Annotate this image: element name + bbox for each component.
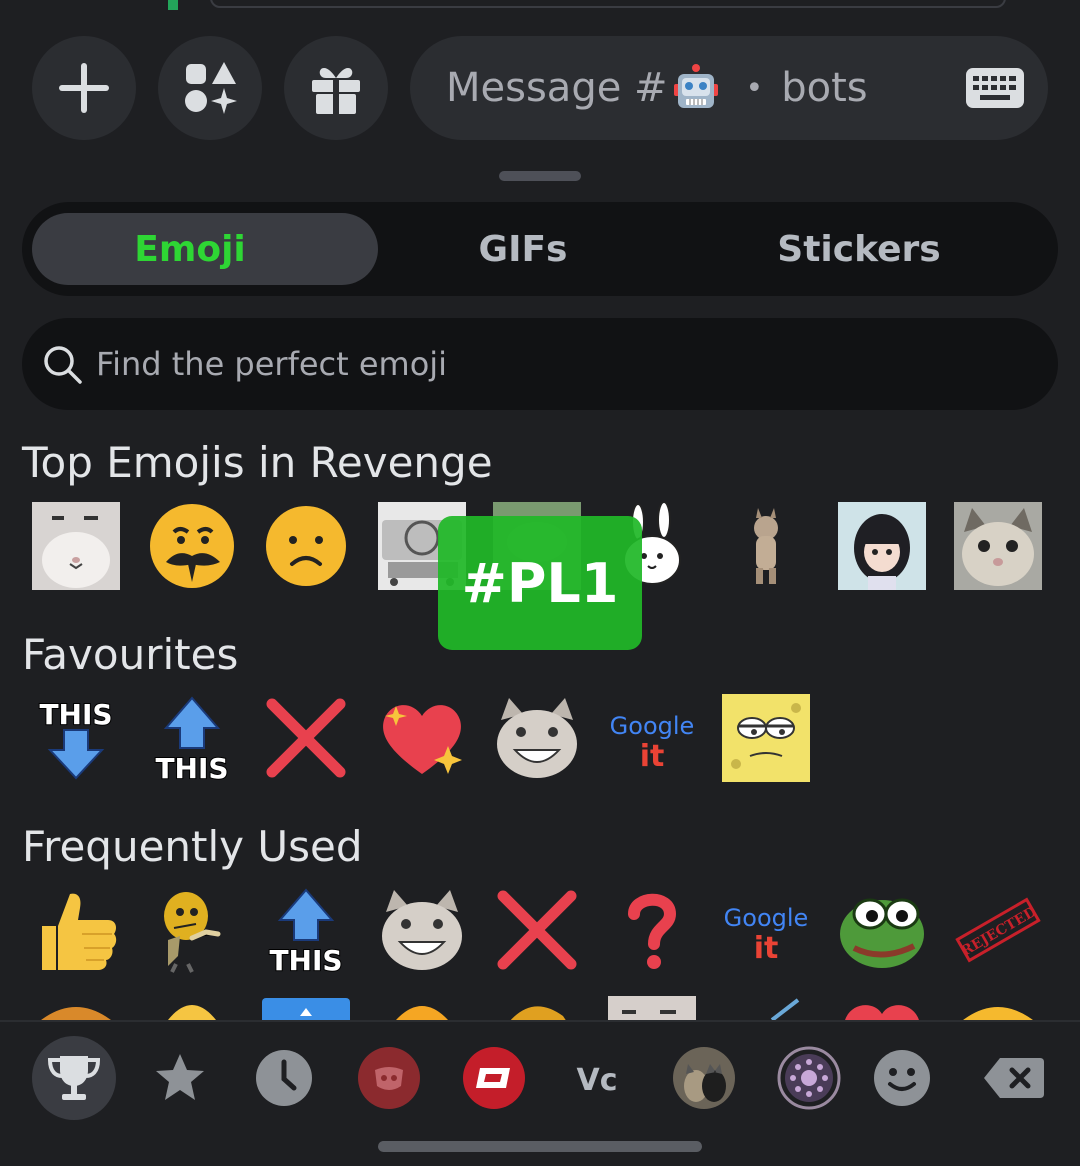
google-label: Google (610, 712, 695, 740)
tab-stickers[interactable]: Stickers (688, 202, 1030, 296)
star-icon (156, 1054, 204, 1100)
category-server-3[interactable] (662, 1036, 746, 1120)
emoji-rejected-stamp[interactable]: REJECTED (954, 886, 1042, 974)
drawer-handle[interactable] (499, 171, 581, 181)
category-top[interactable] (32, 1036, 116, 1120)
emoji-grinning-cat[interactable] (493, 694, 581, 782)
emoji-question-mark[interactable] (608, 886, 696, 974)
emoji-name-tooltip: #PL1 (438, 516, 642, 650)
trophy-icon (47, 1056, 101, 1100)
this-label: THIS (155, 752, 228, 782)
emoji-anime-girl[interactable] (838, 502, 926, 590)
gift-icon (312, 68, 360, 114)
clock-icon (256, 1050, 312, 1106)
top-strip (0, 0, 1080, 12)
server-mask-icon (358, 1047, 420, 1109)
emoji-frowning[interactable] (262, 502, 350, 590)
tab-emoji[interactable]: Emoji (22, 202, 378, 296)
backspace-button[interactable] (972, 1036, 1056, 1120)
emoji-pepe[interactable] (838, 886, 926, 974)
apps-button[interactable] (158, 36, 262, 140)
frequently-used-row: THIS Google it REJECTED (0, 886, 1080, 982)
previous-message-box (210, 0, 1006, 8)
channel-name: bots (781, 65, 868, 111)
emoji-cross-mark[interactable] (262, 694, 350, 782)
emoji-mustache-face[interactable] (148, 502, 236, 590)
emoji-cross-mark[interactable] (493, 886, 581, 974)
emoji-cat-closeup[interactable] (954, 502, 1042, 590)
apps-shapes-icon (185, 62, 237, 114)
emoji-this-up-arrow[interactable]: THIS (262, 886, 350, 974)
plus-icon (59, 63, 109, 113)
message-placeholder: Message # • bots (446, 64, 868, 112)
vc-icon: Vc (576, 1063, 617, 1098)
home-indicator[interactable] (378, 1141, 702, 1152)
category-recent[interactable] (242, 1036, 326, 1120)
category-server-4[interactable] (767, 1036, 851, 1120)
emoji-google-it[interactable]: Google it (722, 886, 810, 974)
emoji-thumbs-up[interactable] (32, 886, 120, 974)
keyboard-icon[interactable] (966, 68, 1024, 108)
backspace-icon (984, 1058, 1044, 1098)
server-logo-icon (463, 1047, 525, 1109)
favourites-row: THIS THIS Google it (0, 694, 1080, 790)
smile-icon (874, 1050, 930, 1106)
robot-icon (673, 64, 718, 108)
picker-tabs: Emoji GIFs Stickers (22, 202, 1058, 296)
channel-separator: • (745, 70, 764, 106)
emoji-search-input[interactable] (96, 345, 996, 383)
message-input[interactable]: Message # • bots (410, 36, 1048, 140)
emoji-cat-photo[interactable] (32, 502, 120, 590)
ring-icon (777, 1046, 841, 1110)
gift-button[interactable] (284, 36, 388, 140)
this-label: THIS (269, 944, 342, 974)
category-favourites[interactable] (138, 1036, 222, 1120)
section-frequently-used: Frequently Used (22, 822, 363, 871)
category-vc[interactable]: Vc (557, 1036, 641, 1120)
unread-indicator (168, 0, 178, 10)
emoji-this-up-arrow[interactable]: THIS (148, 694, 236, 782)
section-favourites: Favourites (22, 630, 239, 679)
emoji-google-it[interactable]: Google it (608, 694, 696, 782)
emoji-standing-cat[interactable] (722, 502, 810, 590)
category-server-1[interactable] (347, 1036, 431, 1120)
google-it-label: it (754, 931, 779, 966)
google-label: Google (724, 904, 809, 932)
emoji-spongebob[interactable] (722, 694, 810, 782)
this-label: THIS (39, 698, 112, 731)
google-it-label: it (640, 739, 665, 774)
category-server-2[interactable] (452, 1036, 536, 1120)
emoji-pointing-character[interactable] (148, 886, 236, 974)
add-attachment-button[interactable] (32, 36, 136, 140)
vc-label: Vc (576, 1063, 617, 1098)
emoji-sparkling-heart[interactable] (378, 694, 466, 782)
emoji-this-down-arrow[interactable]: THIS (32, 694, 120, 782)
emoji-grinning-cat[interactable] (378, 886, 466, 974)
search-icon (44, 346, 82, 384)
emoji-search[interactable] (22, 318, 1058, 410)
section-top-emojis: Top Emojis in Revenge (22, 438, 493, 487)
category-people[interactable] (860, 1036, 944, 1120)
message-prefix: Message # (446, 65, 668, 111)
tab-gifs[interactable]: GIFs (358, 202, 688, 296)
cats-avatar-icon (673, 1047, 735, 1109)
